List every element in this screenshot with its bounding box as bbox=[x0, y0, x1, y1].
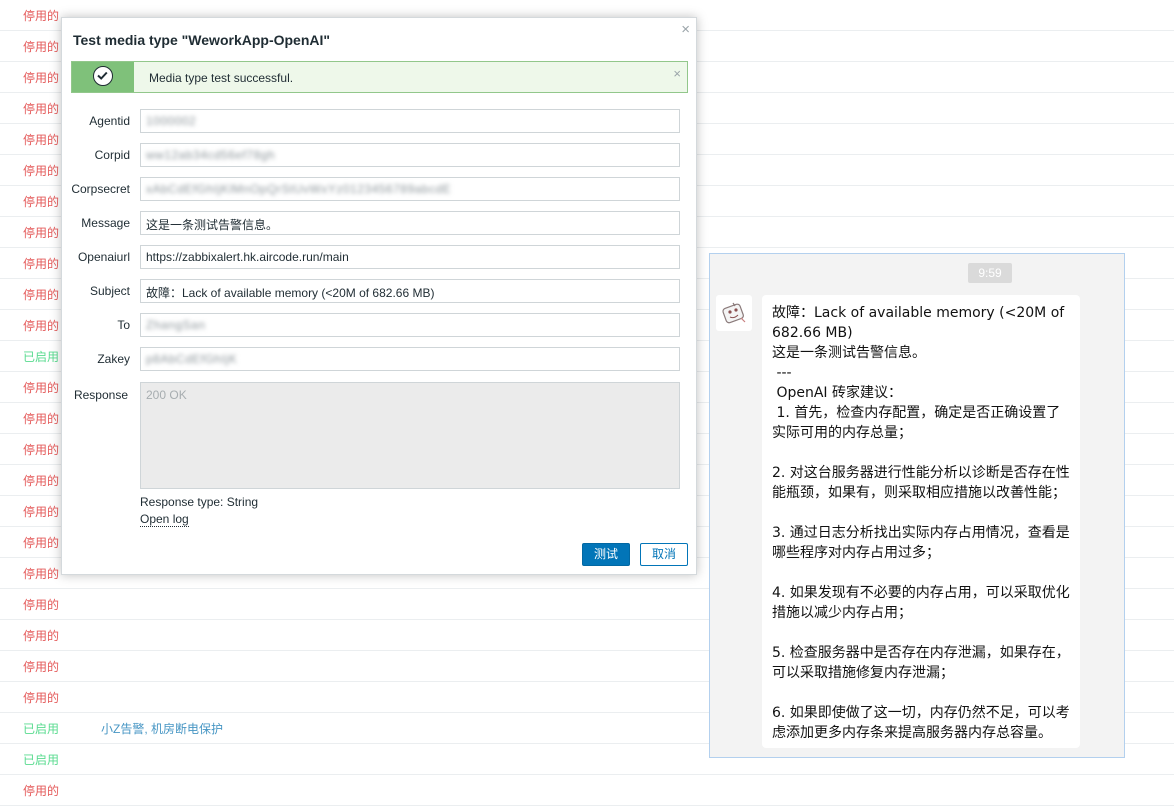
message-close-icon[interactable]: × bbox=[673, 66, 681, 81]
response-textarea[interactable]: 200 OK bbox=[140, 382, 680, 489]
status-link[interactable]: 停用的 bbox=[23, 7, 59, 24]
zakey-input[interactable]: p8AbCdEfGhIjK bbox=[140, 347, 680, 371]
status-link[interactable]: 停用的 bbox=[23, 596, 59, 613]
status-link[interactable]: 停用的 bbox=[23, 627, 59, 644]
status-link[interactable]: 停用的 bbox=[23, 162, 59, 179]
response-label: Response bbox=[73, 388, 128, 402]
status-link[interactable]: 停用的 bbox=[23, 503, 59, 520]
field-value: 这是一条测试告警信息。 bbox=[146, 218, 279, 232]
form-row-corpid: Corpid ww12ab34cd56ef78gh bbox=[62, 143, 698, 167]
field-label: Corpid bbox=[94, 148, 130, 162]
status-link[interactable]: 停用的 bbox=[23, 131, 59, 148]
check-circle-icon bbox=[93, 66, 113, 86]
status-link[interactable]: 停用的 bbox=[23, 317, 59, 334]
agentid-input[interactable]: 1000002 bbox=[140, 109, 680, 133]
corpid-input[interactable]: ww12ab34cd56ef78gh bbox=[140, 143, 680, 167]
dialog-title: Test media type "WeworkApp-OpenAI" bbox=[73, 32, 331, 48]
status-link[interactable]: 已启用 bbox=[23, 720, 59, 737]
status-link[interactable]: 停用的 bbox=[23, 100, 59, 117]
success-message-box: Media type test successful. × bbox=[71, 61, 688, 93]
form-row-to: To ZhangSan bbox=[62, 313, 698, 337]
success-icon-area bbox=[72, 62, 134, 92]
status-link[interactable]: 停用的 bbox=[23, 410, 59, 427]
field-label: Openaiurl bbox=[77, 250, 130, 264]
chat-message-bubble: 故障：Lack of available memory (<20M of 682… bbox=[762, 295, 1080, 748]
status-link[interactable]: 停用的 bbox=[23, 565, 59, 582]
test-button[interactable]: 测试 bbox=[582, 543, 630, 566]
message-input[interactable]: 这是一条测试告警信息。 bbox=[140, 211, 680, 235]
subject-input[interactable]: 故障：Lack of available memory (<20M of 682… bbox=[140, 279, 680, 303]
action-link[interactable]: 小Z告警, 机房断电保护 bbox=[101, 720, 223, 737]
test-media-type-dialog: Test media type "WeworkApp-OpenAI" × Med… bbox=[61, 17, 697, 575]
table-row: 停用的 bbox=[0, 775, 1174, 806]
status-link[interactable]: 停用的 bbox=[23, 286, 59, 303]
status-link[interactable]: 已启用 bbox=[23, 348, 59, 365]
field-label: Corpsecret bbox=[71, 182, 130, 196]
field-label: Message bbox=[81, 216, 130, 230]
status-link[interactable]: 停用的 bbox=[23, 534, 59, 551]
form-row-agentid: Agentid 1000002 bbox=[62, 109, 698, 133]
status-link[interactable]: 停用的 bbox=[23, 658, 59, 675]
success-message-text: Media type test successful. bbox=[149, 71, 294, 85]
status-link[interactable]: 停用的 bbox=[23, 689, 59, 706]
field-value: ww12ab34cd56ef78gh bbox=[146, 148, 276, 162]
field-label: Subject bbox=[89, 284, 130, 298]
robot-avatar-icon bbox=[716, 295, 752, 331]
cancel-button[interactable]: 取消 bbox=[640, 543, 688, 566]
form-row-openaiurl: Openaiurl https://zabbixalert.hk.aircode.… bbox=[62, 245, 698, 269]
response-type-text: Response type: String bbox=[140, 495, 259, 509]
field-label: Zakey bbox=[97, 352, 130, 366]
status-link[interactable]: 停用的 bbox=[23, 472, 59, 489]
status-link[interactable]: 停用的 bbox=[23, 193, 59, 210]
open-log-link[interactable]: Open log bbox=[140, 512, 189, 527]
chat-timestamp: 9:59 bbox=[968, 263, 1012, 283]
openaiurl-input[interactable]: https://zabbixalert.hk.aircode.run/main bbox=[140, 245, 680, 269]
form-row-subject: Subject 故障：Lack of available memory (<20M… bbox=[62, 279, 698, 303]
status-link[interactable]: 已启用 bbox=[23, 751, 59, 768]
status-link[interactable]: 停用的 bbox=[23, 379, 59, 396]
form-row-zakey: Zakey p8AbCdEfGhIjK bbox=[62, 347, 698, 371]
form-row-corpsecret: Corpsecret xAbCdEfGhIjKlMnOpQrStUvWxYz012… bbox=[62, 177, 698, 201]
status-link[interactable]: 停用的 bbox=[23, 441, 59, 458]
field-value: https://zabbixalert.hk.aircode.run/main bbox=[146, 250, 349, 264]
status-link[interactable]: 停用的 bbox=[23, 38, 59, 55]
status-link[interactable]: 停用的 bbox=[23, 224, 59, 241]
field-value: ZhangSan bbox=[146, 318, 206, 332]
to-input[interactable]: ZhangSan bbox=[140, 313, 680, 337]
field-value: 1000002 bbox=[146, 114, 197, 128]
field-value: xAbCdEfGhIjKlMnOpQrStUvWxYz0123456789abc… bbox=[146, 182, 452, 196]
field-label: To bbox=[117, 318, 130, 332]
dialog-close-icon[interactable]: × bbox=[681, 21, 690, 38]
field-label: Agentid bbox=[89, 114, 130, 128]
field-value: p8AbCdEfGhIjK bbox=[146, 352, 238, 366]
status-link[interactable]: 停用的 bbox=[23, 255, 59, 272]
field-value: 故障：Lack of available memory (<20M of 682… bbox=[146, 286, 435, 300]
chat-preview-panel: 9:59 故障：Lack of available memory (<20M o… bbox=[709, 253, 1125, 758]
corpsecret-input[interactable]: xAbCdEfGhIjKlMnOpQrStUvWxYz0123456789abc… bbox=[140, 177, 680, 201]
status-link[interactable]: 停用的 bbox=[23, 69, 59, 86]
status-link[interactable]: 停用的 bbox=[23, 782, 59, 799]
form-row-message: Message 这是一条测试告警信息。 bbox=[62, 211, 698, 235]
